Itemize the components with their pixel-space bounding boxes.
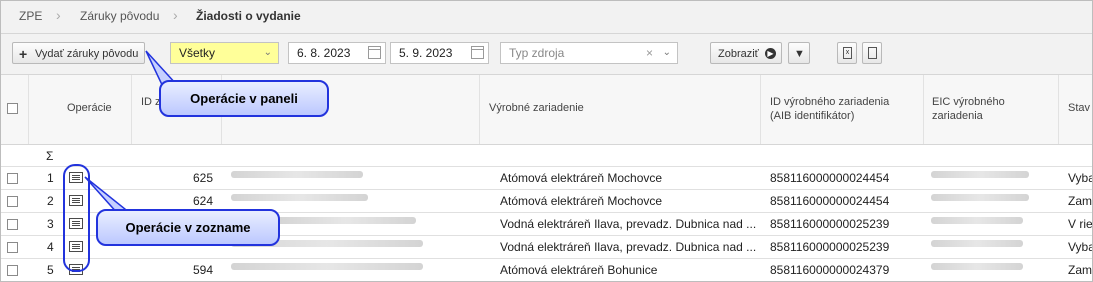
callout-list-operations: Operácie v zozname	[96, 209, 280, 246]
app-frame: ZPE › Záruky pôvodu › Žiadosti o vydanie…	[0, 0, 1093, 282]
list-operations-highlight	[63, 164, 90, 272]
callout-panel-operations: Operácie v paneli	[159, 80, 329, 117]
